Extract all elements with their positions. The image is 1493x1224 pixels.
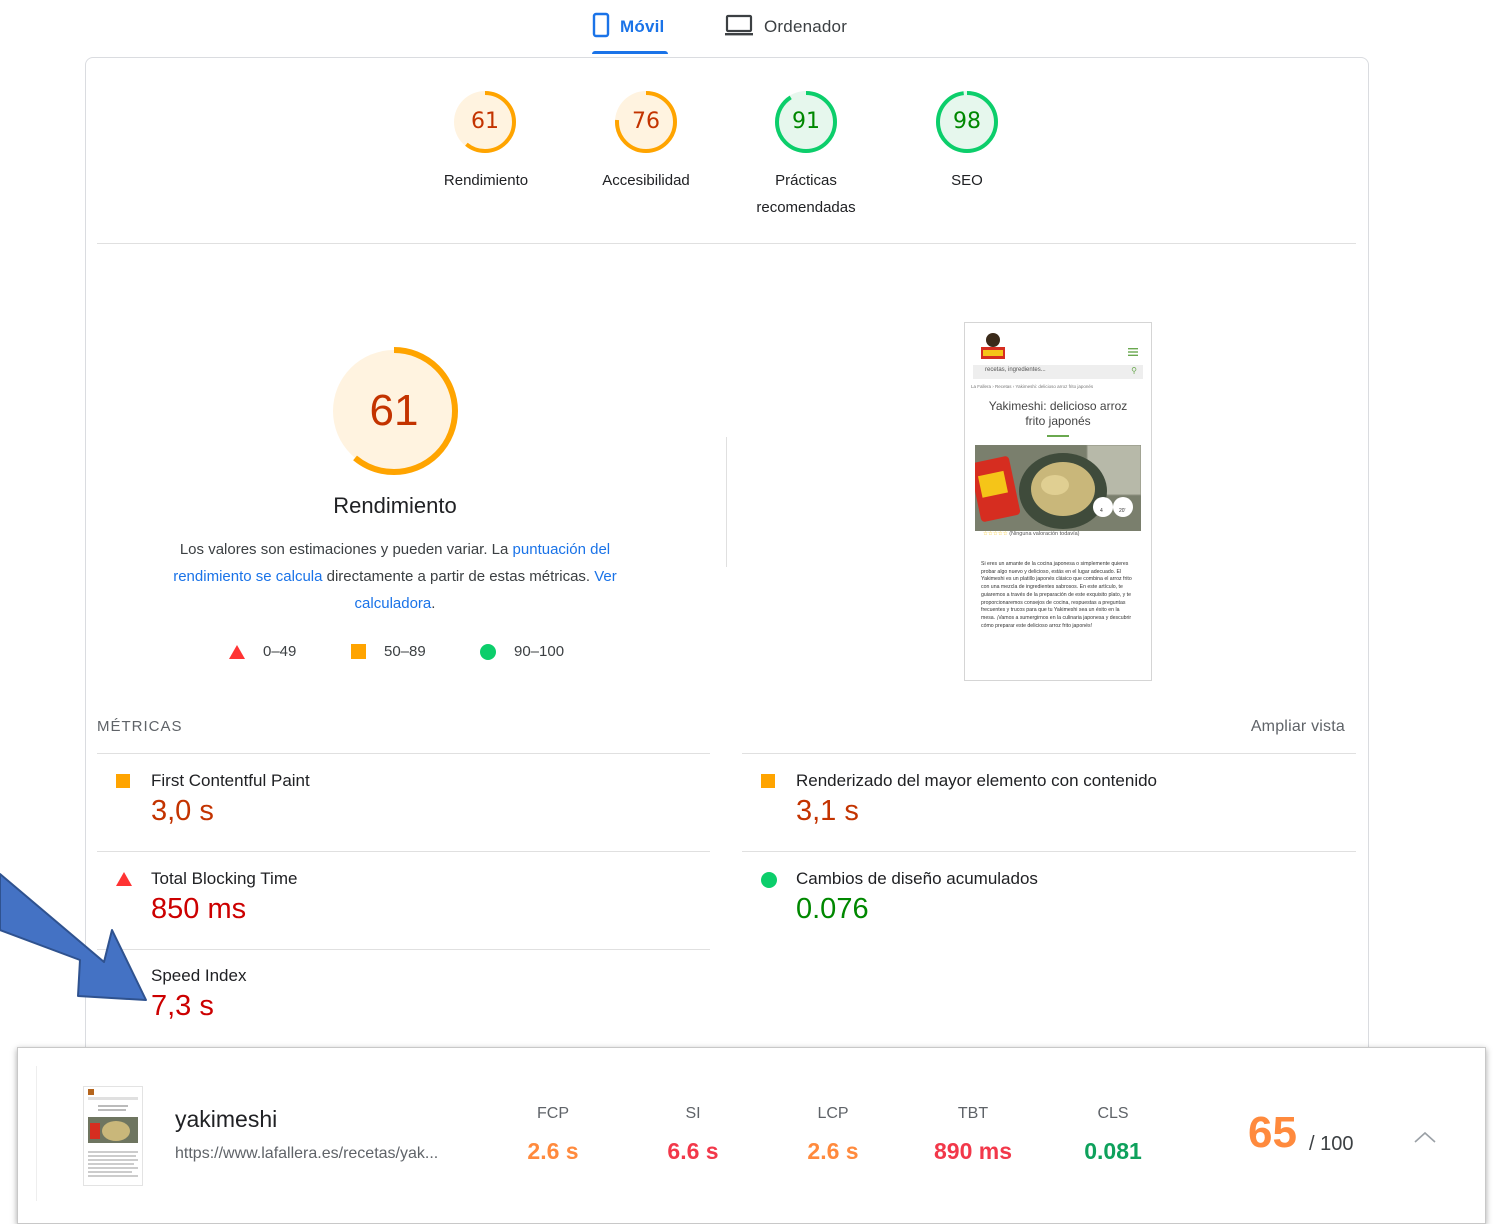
kpi-label-cls: CLS bbox=[1097, 1105, 1129, 1122]
thumb-body-text: Si eres un amante de la cocina japonesa … bbox=[981, 561, 1132, 629]
thumb-title-underline bbox=[1047, 435, 1069, 437]
metric-name: Renderizado del mayor elemento con conte… bbox=[796, 771, 1158, 790]
thumb-search-bar: recetas, ingredientes... ⚲ bbox=[973, 365, 1143, 379]
expand-view-toggle[interactable]: Ampliar vista bbox=[1251, 718, 1345, 736]
kpi-label-lcp: LCP bbox=[817, 1105, 849, 1122]
tab-ordenador[interactable]: Ordenador bbox=[724, 0, 847, 54]
legend-label: 0–49 bbox=[263, 643, 297, 660]
strip-edge bbox=[36, 1066, 37, 1201]
metric-value: 0.076 bbox=[796, 893, 869, 925]
summary-site-url[interactable]: https://www.lafallera.es/recetas/yak... bbox=[175, 1145, 438, 1163]
tab-movil[interactable]: Móvil bbox=[592, 0, 669, 54]
metric-value: 3,0 s bbox=[151, 795, 214, 827]
triangle-icon bbox=[229, 644, 245, 659]
star-icon: ☆☆☆☆☆ bbox=[983, 531, 1008, 537]
circle-icon bbox=[761, 872, 777, 888]
desc-text: directamente a partir de estas métricas. bbox=[322, 568, 595, 585]
gauge-label-accesibilidad: Accesibilidad bbox=[602, 172, 690, 189]
metric-divider bbox=[742, 851, 1356, 852]
metric-divider bbox=[97, 949, 710, 950]
metric-divider bbox=[97, 851, 710, 852]
summary-thumbnail bbox=[83, 1086, 143, 1186]
metric-name: Total Blocking Time bbox=[151, 869, 298, 888]
metric-value: 3,1 s bbox=[796, 795, 859, 827]
tab-ordenador-label: Ordenador bbox=[764, 17, 848, 36]
performance-gauge: 61 bbox=[329, 346, 459, 476]
performance-title: Rendimiento bbox=[333, 493, 457, 518]
square-icon bbox=[116, 774, 130, 788]
kpi-value-lcp: 2.6 s bbox=[807, 1138, 859, 1164]
gauge-label-practicas: Prácticas recomendadas bbox=[726, 167, 886, 221]
vertical-separator bbox=[726, 437, 727, 567]
gauge-score: 91 bbox=[792, 109, 820, 134]
thumb-badge-servings: 4 bbox=[1100, 508, 1103, 514]
legend-fail: 0–49 bbox=[229, 643, 296, 660]
lafallera-logo bbox=[979, 331, 1007, 361]
thumb-breadcrumb: La Fallera › Recetas › Yakimeshi: delici… bbox=[971, 384, 1094, 389]
gauge-score: 76 bbox=[632, 109, 660, 134]
gauge-rendimiento[interactable]: 61 bbox=[453, 90, 517, 154]
gauge-label-seo: SEO bbox=[951, 172, 983, 189]
summary-strip[interactable]: yakimeshi https://www.lafallera.es/recet… bbox=[17, 1047, 1486, 1224]
legend-pass: 90–100 bbox=[480, 643, 564, 660]
kpi-label-tbt: TBT bbox=[957, 1105, 989, 1122]
tab-movil-label: Móvil bbox=[620, 17, 665, 36]
desc-text: Los valores son estimaciones y pueden va… bbox=[179, 541, 513, 558]
kpi-label-si: SI bbox=[685, 1105, 701, 1122]
kpi-value-fcp: 2.6 s bbox=[527, 1138, 579, 1164]
metric-name: Cambios de diseño acumulados bbox=[796, 869, 1038, 888]
legend-average: 50–89 bbox=[351, 643, 426, 660]
gauge-score: 98 bbox=[953, 109, 981, 134]
final-screenshot: recetas, ingredientes... ⚲ La Fallera › … bbox=[964, 322, 1152, 681]
thumb-rating: ☆☆☆☆☆ (Ninguna valoración todavía) bbox=[983, 531, 1080, 537]
chevron-up-icon[interactable] bbox=[1413, 1130, 1437, 1149]
summary-score-suffix: / 100 bbox=[1309, 1133, 1354, 1155]
annotation-arrow bbox=[0, 860, 170, 1045]
menu-icon bbox=[1128, 343, 1138, 361]
metrics-header: MÉTRICAS bbox=[97, 718, 183, 735]
metric-divider bbox=[742, 753, 1356, 754]
kpi-value-si: 6.6 s bbox=[667, 1138, 719, 1164]
legend-label: 90–100 bbox=[514, 643, 565, 660]
laptop-icon bbox=[724, 13, 754, 42]
thumb-food-image: 4 20' bbox=[969, 444, 1142, 531]
thumb-search-placeholder: recetas, ingredientes... bbox=[985, 367, 1046, 373]
metric-name: First Contentful Paint bbox=[151, 771, 310, 790]
phone-icon bbox=[592, 12, 610, 43]
gauge-accesibilidad[interactable]: 76 bbox=[614, 90, 678, 154]
summary-site-name: yakimeshi bbox=[175, 1106, 278, 1132]
square-icon bbox=[351, 644, 366, 659]
circle-icon bbox=[480, 643, 496, 660]
kpi-value-tbt: 890 ms bbox=[933, 1138, 1012, 1164]
section-divider bbox=[97, 243, 1356, 244]
metric-divider bbox=[97, 753, 710, 754]
active-tab-indicator bbox=[592, 51, 669, 54]
kpi-label-fcp: FCP bbox=[537, 1105, 569, 1122]
square-icon bbox=[761, 774, 775, 788]
desc-text: . bbox=[431, 595, 436, 612]
performance-description: Los valores son estimaciones y pueden va… bbox=[150, 536, 640, 617]
gauge-practicas[interactable]: 91 bbox=[774, 90, 838, 154]
summary-score: 65 bbox=[1248, 1108, 1297, 1157]
thumb-rating-text: (Ninguna valoración todavía) bbox=[1009, 531, 1080, 537]
legend-label: 50–89 bbox=[384, 643, 426, 660]
kpi-value-cls: 0.081 bbox=[1084, 1138, 1142, 1164]
thumb-title: Yakimeshi: delicioso arroz frito japonés bbox=[988, 399, 1128, 428]
search-icon: ⚲ bbox=[1131, 366, 1137, 375]
gauge-label-line: recomendadas bbox=[756, 199, 856, 216]
gauge-label-line: Prácticas bbox=[775, 172, 837, 189]
gauge-seo[interactable]: 98 bbox=[935, 90, 999, 154]
thumb-badge-time: 20' bbox=[1119, 508, 1126, 514]
gauge-score: 61 bbox=[471, 109, 499, 134]
performance-score: 61 bbox=[369, 386, 419, 435]
gauge-label-rendimiento: Rendimiento bbox=[443, 172, 529, 189]
